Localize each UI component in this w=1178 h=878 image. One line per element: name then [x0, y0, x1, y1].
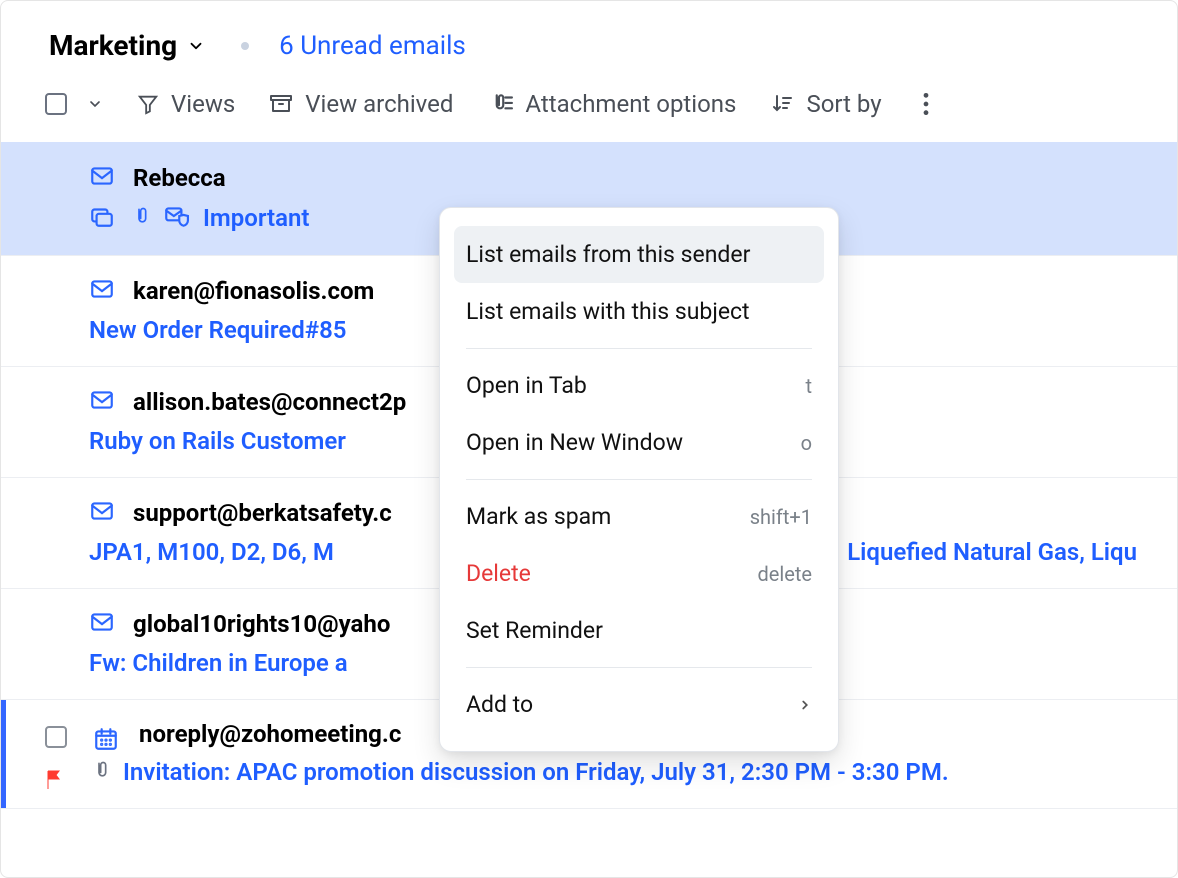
envelope-icon — [89, 387, 115, 417]
email-subject: Invitation: APAC promotion discussion on… — [123, 758, 949, 786]
sort-by-label: Sort by — [806, 90, 881, 118]
sender-name: Rebecca — [133, 164, 226, 192]
menu-mark-spam[interactable]: Mark as spam shift+1 — [440, 488, 838, 545]
thread-icon — [89, 203, 115, 233]
kebab-icon — [922, 91, 930, 117]
menu-shortcut: delete — [757, 562, 812, 586]
menu-label: List emails from this sender — [466, 241, 750, 268]
unread-count-link[interactable]: 6 Unread emails — [279, 31, 466, 61]
envelope-icon — [89, 498, 115, 528]
sort-icon — [770, 92, 794, 116]
view-archived-button[interactable]: View archived — [269, 90, 453, 118]
chevron-down-icon — [187, 29, 205, 62]
attachment-options-icon — [487, 91, 513, 117]
more-options-button[interactable] — [922, 91, 930, 117]
attachment-options-button[interactable]: Attachment options — [487, 90, 736, 118]
email-subject: Fw: Children in Europe a — [89, 649, 348, 677]
row-checkbox[interactable] — [45, 726, 67, 748]
email-subject: New Order Required#85 — [89, 316, 347, 344]
views-label: Views — [171, 90, 235, 118]
select-all-dropdown[interactable] — [87, 90, 103, 118]
view-archived-label: View archived — [305, 90, 453, 118]
menu-shortcut: shift+1 — [750, 505, 812, 529]
email-subject: Important — [203, 204, 309, 232]
menu-list-sender[interactable]: List emails from this sender — [454, 226, 824, 283]
sender-name: support@berkatsafety.c — [133, 499, 392, 527]
sender-name: global10rights10@yaho — [133, 610, 390, 638]
separator-dot-icon — [241, 42, 249, 50]
menu-label: Delete — [466, 560, 531, 587]
sort-by-button[interactable]: Sort by — [770, 90, 881, 118]
menu-set-reminder[interactable]: Set Reminder — [440, 602, 838, 659]
menu-shortcut: o — [801, 431, 812, 455]
attachment-options-label: Attachment options — [525, 90, 736, 118]
filter-icon — [137, 93, 159, 115]
menu-separator — [466, 348, 812, 349]
folder-name: Marketing — [49, 29, 177, 62]
shield-mail-icon — [163, 203, 189, 233]
menu-label: Open in Tab — [466, 372, 587, 399]
menu-label: Add to — [466, 691, 533, 718]
attachment-icon — [89, 758, 109, 786]
menu-label: Open in New Window — [466, 429, 683, 456]
menu-separator — [466, 479, 812, 480]
chevron-right-icon — [798, 691, 812, 718]
context-menu: List emails from this sender List emails… — [439, 207, 839, 752]
envelope-icon — [89, 609, 115, 639]
views-button[interactable]: Views — [137, 90, 235, 118]
calendar-icon — [93, 726, 119, 756]
menu-delete[interactable]: Delete delete — [440, 545, 838, 602]
envelope-icon — [89, 276, 115, 306]
menu-label: Set Reminder — [466, 617, 603, 644]
folder-selector[interactable]: Marketing — [49, 29, 205, 62]
sender-name: karen@fionasolis.com — [133, 277, 374, 305]
flag-icon[interactable] — [43, 768, 67, 796]
mail-app-window: Marketing 6 Unread emails Views View arc… — [0, 0, 1178, 878]
menu-list-subject[interactable]: List emails with this subject — [440, 283, 838, 340]
menu-add-to[interactable]: Add to — [440, 676, 838, 733]
list-toolbar: Views View archived Attachment options S… — [1, 80, 1177, 142]
envelope-icon — [89, 163, 115, 193]
sender-name: noreply@zohomeeting.c — [139, 720, 401, 748]
sender-name: allison.bates@connect2p — [133, 388, 406, 416]
folder-header: Marketing 6 Unread emails — [1, 1, 1177, 80]
email-subject: JPA1, M100, D2, D6, M — [89, 538, 334, 566]
select-all-checkbox[interactable] — [45, 93, 67, 115]
menu-open-window[interactable]: Open in New Window o — [440, 414, 838, 471]
archive-icon — [269, 92, 293, 116]
menu-label: Mark as spam — [466, 503, 611, 530]
email-subject: Ruby on Rails Customer — [89, 427, 346, 455]
menu-open-tab[interactable]: Open in Tab t — [440, 357, 838, 414]
menu-shortcut: t — [805, 374, 812, 398]
email-subject-overflow: Liquefied Natural Gas, Liqu — [847, 538, 1137, 566]
menu-label: List emails with this subject — [466, 298, 750, 325]
menu-separator — [466, 667, 812, 668]
attachment-icon — [129, 204, 149, 232]
